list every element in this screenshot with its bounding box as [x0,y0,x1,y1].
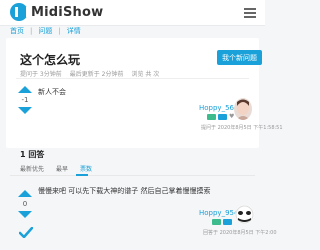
question-vote-count: -1 [21,96,29,104]
breadcrumb: 首页 | 问题 | 详情 [10,26,81,36]
level-badge-icon [207,114,216,120]
question-asked-time: 提问于 2020年8月5日 下午1:58:51 [201,125,283,131]
tabs-divider [10,175,255,176]
heart-icon: ♥ [229,113,235,120]
views-meta: 浏览 共 次 [131,71,160,78]
avatar-image [234,98,252,120]
question-vote-control: -1 [15,86,35,114]
downvote-icon[interactable] [18,107,32,114]
answer-body: 慢慢来吧 可以先下载大神的谱子 然后自己掌着慢慢摸索 [38,187,211,195]
ask-question-button[interactable]: 我个新问题 [217,50,262,65]
tab-votes[interactable]: 票数 [80,164,92,173]
level-badge-icon [212,219,221,225]
asked-meta: 提问于 3分钟前 [20,71,62,78]
avatar-image [235,205,254,224]
breadcrumb-separator: | [58,27,61,35]
tab-oldest[interactable]: 最早 [56,164,68,173]
answer-time: 回答于 2020年8月5日 下午2:00 [203,230,277,236]
question-meta: 提问于 3分钟前 最后更新于 2分钟前 浏览 共 次 [20,69,159,78]
breadcrumb-home[interactable]: 首页 [10,26,24,36]
answer-vote-count: 0 [22,200,28,208]
answer-vote-control: 0 [15,190,35,218]
answers-count: 1 回答 [20,150,45,159]
upvote-icon[interactable] [18,86,32,93]
active-tab-indicator [76,174,88,176]
accepted-answer-check-icon[interactable] [19,227,33,238]
updated-meta: 最后更新于 2分钟前 [69,71,124,78]
top-navigation-bar: MidiShow [0,0,265,26]
member-badge-icon [223,219,232,225]
question-author-badges: ♥ [207,114,234,120]
question-body: 新人不会 [38,88,66,96]
breadcrumb-detail[interactable]: 详情 [67,26,81,36]
breadcrumb-separator: | [30,27,33,35]
downvote-icon[interactable] [18,211,32,218]
question-author-avatar[interactable] [234,98,252,120]
upvote-icon[interactable] [18,190,32,197]
breadcrumb-questions[interactable]: 问题 [38,26,52,36]
answer-sort-tabs: 最新优先 最早 票数 [20,164,92,173]
menu-icon[interactable] [244,8,256,18]
divider [16,78,249,79]
answer-author-avatar[interactable] [235,205,254,224]
tab-newest[interactable]: 最新优先 [20,164,44,173]
question-title: 这个怎么玩 [20,53,81,67]
answer-author-badges [212,219,232,225]
member-badge-icon [218,114,227,120]
midishow-logo-icon [10,3,29,21]
brand-name: MidiShow [31,4,104,20]
site-logo[interactable]: MidiShow [10,3,103,21]
